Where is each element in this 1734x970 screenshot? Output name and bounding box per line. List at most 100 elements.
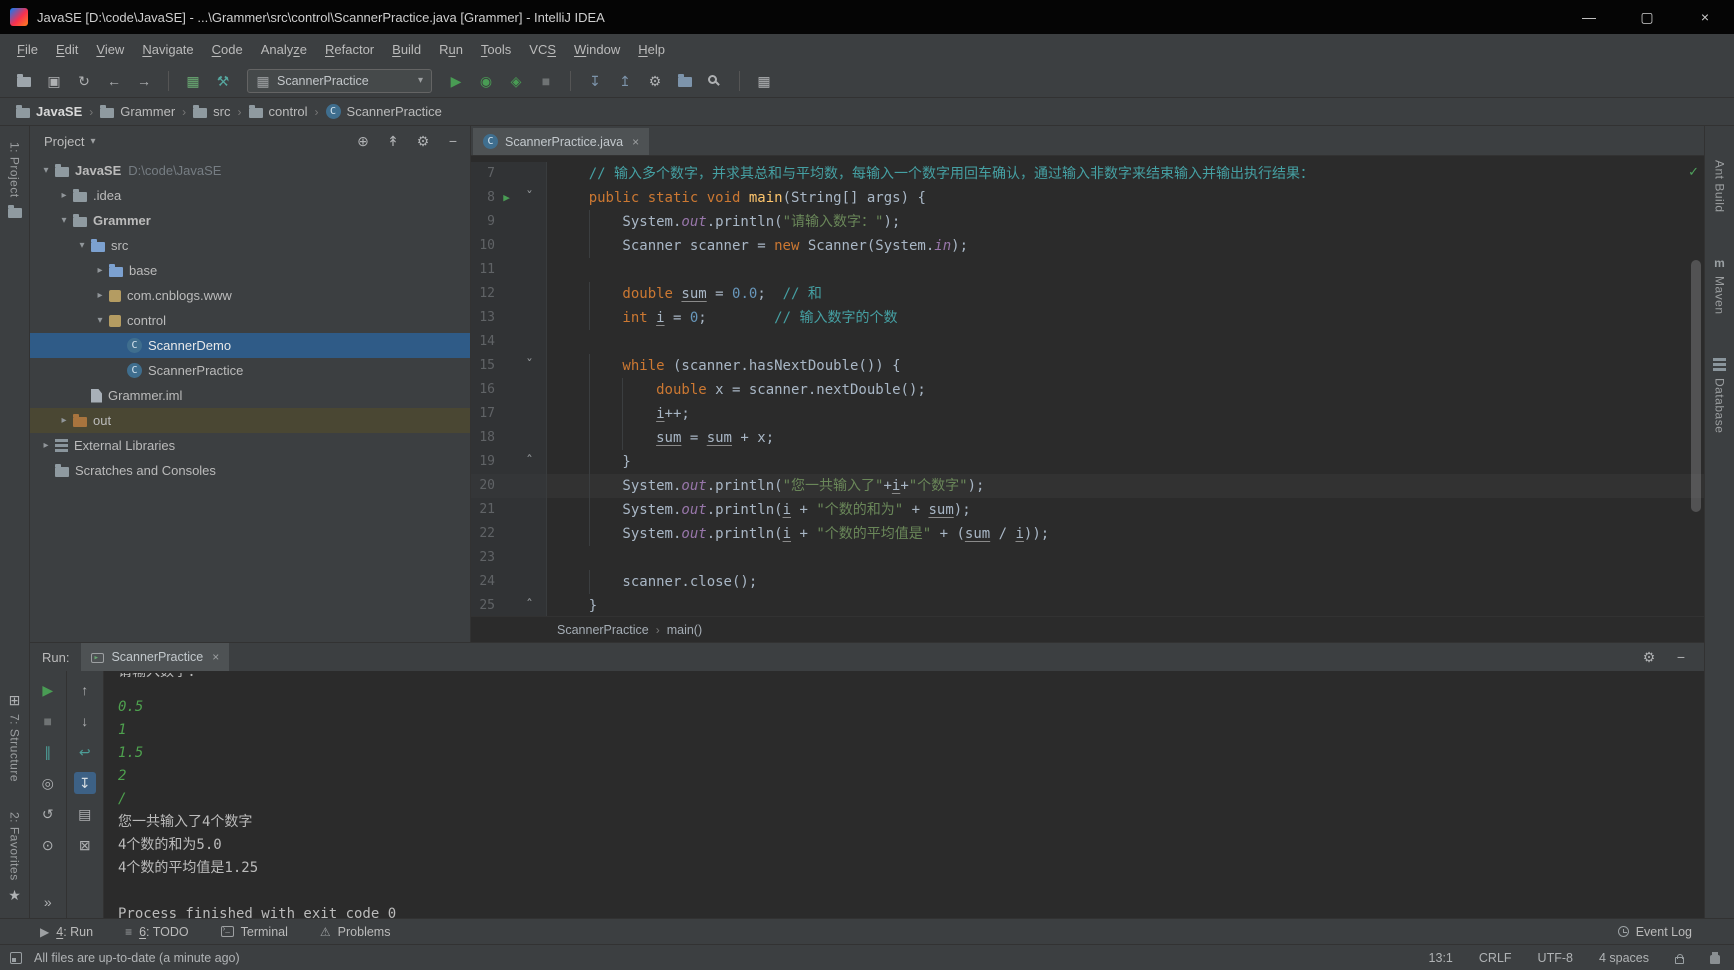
scroll-to-end-button[interactable]: ↧ (73, 772, 96, 794)
clear-all-button[interactable]: ⊠ (74, 834, 96, 856)
code-line-22[interactable]: 22 System.out.println(i + "个数的平均值是" + (su… (471, 522, 1704, 546)
expand-arrow-icon[interactable]: ▸ (92, 290, 108, 301)
menu-run[interactable]: Run (430, 38, 472, 61)
menu-window[interactable]: Window (565, 38, 629, 61)
open-button[interactable] (10, 68, 38, 94)
expand-arrow-icon[interactable]: ▸ (38, 440, 54, 451)
tree-item-grammer[interactable]: ▾ Grammer (30, 208, 470, 233)
expand-arrow-icon[interactable]: ▾ (56, 215, 72, 226)
fold-marker-icon[interactable]: ˆ (518, 450, 541, 474)
hide-panel-button[interactable]: − (1674, 650, 1688, 664)
readonly-lock-icon[interactable] (1675, 953, 1684, 964)
menu-analyze[interactable]: Analyze (252, 38, 316, 61)
project-structure-button[interactable] (671, 68, 699, 94)
debug-button[interactable]: ◉ (472, 68, 500, 94)
run-line-icon[interactable]: ▶ (495, 186, 518, 210)
fold-marker-icon[interactable]: ˇ (518, 186, 541, 210)
breadcrumb-scannerpractice[interactable]: ScannerPractice (555, 623, 651, 637)
soft-wrap-button[interactable]: ↩ (74, 741, 96, 763)
editor-scrollbar[interactable] (1691, 260, 1701, 512)
expand-arrow-icon[interactable]: ▾ (38, 165, 54, 176)
caret-position-widget[interactable]: 13:1 (1429, 951, 1453, 965)
toolwindow-button-maven[interactable]: m Maven (1713, 257, 1727, 315)
settings-wrench-button[interactable]: ⚙ (641, 68, 669, 94)
expand-arrow-icon[interactable]: ▸ (92, 265, 108, 276)
toolwindow-button-4-run[interactable]: ▶ 4: Run (40, 925, 93, 939)
run-button[interactable]: ▶ (442, 68, 470, 94)
pin-tab-button[interactable]: ⊙ (37, 834, 59, 856)
tree-item-base[interactable]: ▸ base (30, 258, 470, 283)
close-button[interactable]: × (1676, 0, 1734, 34)
code-line-12[interactable]: 12 double sum = 0.0; // 和 (471, 282, 1704, 306)
toolwindow-button-problems[interactable]: ⚠ Problems (320, 925, 391, 939)
tree-item-grammer-iml[interactable]: Grammer.iml (30, 383, 470, 408)
editor-tab[interactable]: ScannerPractice.java × (473, 128, 650, 155)
menu-code[interactable]: Code (203, 38, 252, 61)
tree-item-idea[interactable]: ▸ .idea (30, 183, 470, 208)
code-editor[interactable]: 7 // 输入多个数字，并求其总和与平均数，每输入一个数字用回车确认，通过输入非数… (471, 156, 1704, 616)
stop-button[interactable]: ■ (37, 710, 59, 732)
toolwindow-button-database[interactable]: Database (1713, 358, 1727, 433)
next-occurrence-button[interactable]: ↓ (74, 710, 96, 732)
chevron-down-icon[interactable]: ▾ (90, 136, 95, 147)
code-line-14[interactable]: 14 (471, 330, 1704, 354)
menu-edit[interactable]: Edit (47, 38, 87, 61)
tree-item-control[interactable]: ▾ control (30, 308, 470, 333)
menu-tools[interactable]: Tools (472, 38, 520, 61)
hector-inspections-icon[interactable] (1710, 952, 1720, 964)
code-line-21[interactable]: 21 System.out.println(i + "个数的和为" + sum); (471, 498, 1704, 522)
menu-navigate[interactable]: Navigate (133, 38, 202, 61)
expand-arrow-icon[interactable]: ▾ (92, 315, 108, 326)
previous-occurrence-button[interactable]: ↑ (74, 679, 96, 701)
code-line-18[interactable]: 18 sum = sum + x; (471, 426, 1704, 450)
run-console[interactable]: 请输入数字： 0.5 1 1.5 2 / 您一共输入了4个数字 4个数的和为5.0 4个数的平均… (104, 671, 1704, 919)
run-tab[interactable]: ScannerPractice × (81, 643, 230, 671)
tree-item-external-libraries[interactable]: ▸ External Libraries (30, 433, 470, 458)
project-title[interactable]: Project (44, 134, 84, 149)
menu-file[interactable]: File (8, 38, 47, 61)
menu-refactor[interactable]: Refactor (316, 38, 383, 61)
save-all-button[interactable]: ▣ (40, 68, 68, 94)
forward-button[interactable]: → (130, 68, 158, 94)
close-icon[interactable]: × (632, 135, 639, 149)
menu-build[interactable]: Build (383, 38, 430, 61)
breadcrumb-src[interactable]: src (191, 104, 232, 119)
code-line-19[interactable]: 19 ˆ} (471, 450, 1704, 474)
search-everywhere-button[interactable] (701, 68, 729, 94)
fold-marker-icon[interactable]: ˆ (518, 594, 541, 616)
menu-help[interactable]: Help (629, 38, 674, 61)
expand-arrow-icon[interactable]: ▸ (56, 190, 72, 201)
toolwindow-button-event-log[interactable]: Event Log (1617, 925, 1692, 939)
code-line-20[interactable]: 20 System.out.println("您一共输入了"+i+"个数字"); (471, 474, 1704, 498)
breadcrumb-grammer[interactable]: Grammer (98, 104, 177, 119)
code-line-11[interactable]: 11 (471, 258, 1704, 282)
collapse-all-button[interactable]: ↟ (386, 134, 400, 148)
settings-gear-button[interactable]: ⚙ (416, 134, 430, 148)
toolwindow-button-terminal[interactable]: Terminal (220, 924, 288, 939)
tree-item-scannerdemo[interactable]: ScannerDemo (30, 333, 470, 358)
breadcrumb-scannerpractice[interactable]: ScannerPractice (324, 104, 444, 119)
tree-item-scannerpractice[interactable]: ScannerPractice (30, 358, 470, 383)
code-line-15[interactable]: 15 ˇ while (scanner.hasNextDouble()) { (471, 354, 1704, 378)
pause-output-button[interactable]: ∥ (37, 741, 59, 763)
menu-view[interactable]: View (87, 38, 133, 61)
code-line-9[interactable]: 9 System.out.println("请输入数字："); (471, 210, 1704, 234)
inspections-ok-icon[interactable]: ✓ (1688, 160, 1699, 184)
encoding-widget[interactable]: UTF-8 (1538, 951, 1573, 965)
toolwindow-button-2-favorites[interactable]: 2: Favorites ★ (8, 812, 22, 902)
more-button[interactable]: » (37, 891, 59, 913)
fold-marker-icon[interactable]: ˇ (518, 354, 541, 378)
toolwindow-button-6-todo[interactable]: ≡ 6: TODO (125, 925, 189, 939)
code-line-7[interactable]: 7 // 输入多个数字，并求其总和与平均数，每输入一个数字用回车确认，通过输入非数… (471, 162, 1704, 186)
tree-item-javase[interactable]: ▾ JavaSE D:\code\JavaSE (30, 158, 470, 183)
window-list-button[interactable]: ▦ (750, 68, 778, 94)
locate-file-button[interactable]: ⊕ (356, 134, 370, 148)
code-line-16[interactable]: 16 double x = scanner.nextDouble(); (471, 378, 1704, 402)
coverage-button[interactable]: ◈ (502, 68, 530, 94)
maximize-button[interactable]: ▢ (1618, 0, 1676, 34)
synchronize-button[interactable]: ↻ (70, 68, 98, 94)
code-line-8[interactable]: 8 ▶ ˇ public static void main(String[] args… (471, 186, 1704, 210)
build-project-button[interactable]: ⚒ (209, 68, 237, 94)
tree-item-out[interactable]: ▸ out (30, 408, 470, 433)
back-button[interactable]: ← (100, 68, 128, 94)
